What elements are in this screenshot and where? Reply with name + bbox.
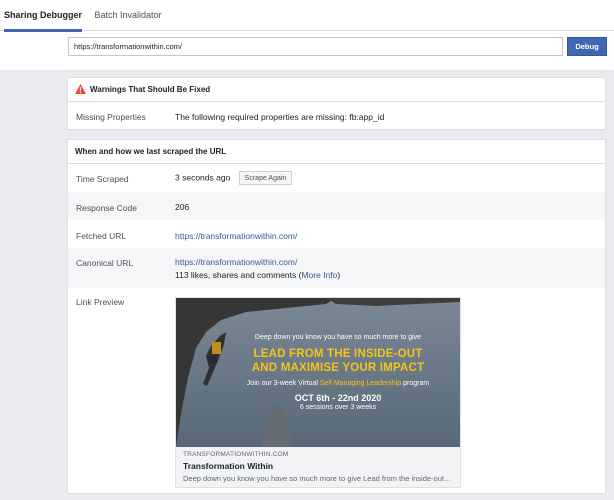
stats-suffix: ) [337,270,341,280]
scrape-header: When and how we last scraped the URL [68,140,605,164]
preview-image-headline2: AND MAXIMISE YOUR IMPACT [251,362,425,374]
preview-title: Transformation Within [183,461,274,471]
fetched-url-row: Fetched URL https://transformationwithin… [68,220,605,248]
canonical-url-stats: 113 likes, shares and comments (More Inf… [175,270,340,280]
preview-image: Deep down you know you have so much more… [176,298,460,447]
line3-highlight: Self Managing Leadership [319,380,402,387]
preview-image-sessions: 6 sessions over 3 weeks [299,404,377,411]
line3-prefix: Join our 3-week Virtual [246,380,320,387]
canonical-url-link[interactable]: https://transformationwithin.com/ [175,257,297,267]
fetched-url-label: Fetched URL [76,231,127,241]
time-scraped-label: Time Scraped [76,174,129,184]
response-code-row: Response Code 206 [68,192,605,220]
line3-suffix: program [401,380,430,387]
response-code-value: 206 [175,202,190,212]
time-scraped-value-wrap: 3 seconds ago Scrape Again [175,171,293,185]
preview-image-line1: Deep down you know you have so much more… [254,334,422,341]
preview-domain: TRANSFORMATIONWITHIN.COM [183,451,289,458]
stats-text: 113 likes, shares and comments ( [175,270,302,280]
canonical-url-row: Canonical URL https://transformationwith… [68,248,605,288]
scrape-again-button[interactable]: Scrape Again [238,171,293,185]
missing-properties-label: Missing Properties [76,112,146,122]
tab-batch-invalidator[interactable]: Batch Invalidator [92,0,164,31]
preview-description: Deep down you know you have so much more… [183,474,453,483]
top-bar: Sharing Debugger Batch Invalidator Debug [0,0,614,70]
warnings-header: Warnings That Should Be Fixed [68,78,605,102]
preview-image-line3: Join our 3-week Virtual Self Managing Le… [216,380,460,387]
warnings-title: Warnings That Should Be Fixed [90,85,211,94]
preview-image-headline1: LEAD FROM THE INSIDE-OUT [253,348,423,360]
missing-properties-value: The following required properties are mi… [175,112,385,122]
preview-meta: TRANSFORMATIONWITHIN.COM Transformation … [176,447,460,487]
tab-sharing-debugger[interactable]: Sharing Debugger [4,0,82,32]
canonical-url-label: Canonical URL [76,258,134,268]
url-input[interactable] [68,37,563,56]
debug-button[interactable]: Debug [567,37,607,56]
response-code-label: Response Code [76,203,137,213]
warnings-card: Warnings That Should Be Fixed Missing Pr… [67,77,606,130]
more-info-link[interactable]: More Info [301,270,337,280]
missing-properties-row: Missing Properties The following require… [68,103,605,130]
link-preview-card[interactable]: Deep down you know you have so much more… [175,297,461,488]
preview-image-date: OCT 6th - 22nd 2020 [294,393,382,403]
fetched-url-link[interactable]: https://transformationwithin.com/ [175,231,297,241]
link-preview-label: Link Preview [76,297,125,307]
time-scraped-row: Time Scraped 3 seconds ago Scrape Again [68,165,605,192]
time-scraped-value: 3 seconds ago [175,172,231,183]
warning-icon [75,84,86,94]
tab-bar: Sharing Debugger Batch Invalidator [0,0,614,32]
scrape-card: When and how we last scraped the URL Tim… [67,139,606,494]
